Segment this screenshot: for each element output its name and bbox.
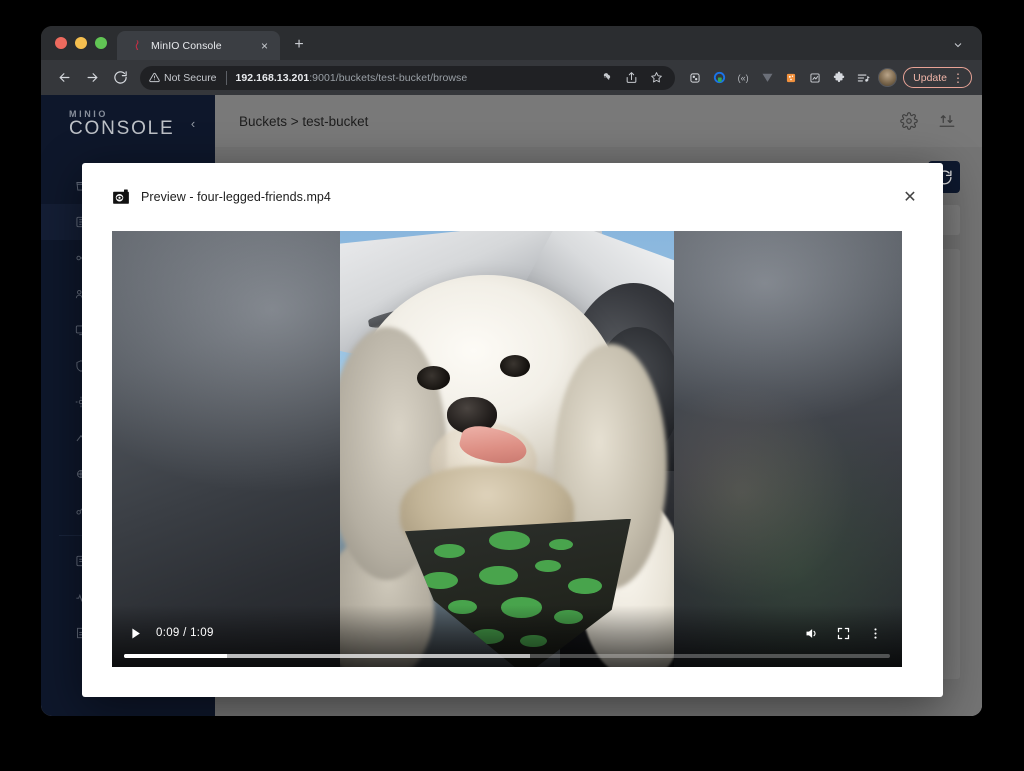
fullscreen-icon[interactable] [832, 622, 854, 644]
back-button[interactable] [51, 65, 77, 91]
new-tab-button[interactable]: + [286, 32, 312, 58]
video-progress-played [124, 654, 227, 658]
omnibox-divider [226, 71, 227, 85]
vimeo-v-icon[interactable] [756, 67, 778, 89]
maximize-window-button[interactable] [95, 37, 107, 49]
speaker-muted-icon[interactable]: («) [732, 67, 754, 89]
dog-eye-left [417, 366, 450, 390]
url-text: 192.168.13.201:9001/buckets/test-bucket/… [236, 72, 592, 84]
page-viewport: MINIO CONSOLE ‹ [41, 95, 982, 716]
window-traffic-lights [51, 26, 117, 60]
play-icon[interactable] [124, 622, 146, 644]
share-icon[interactable] [621, 68, 641, 88]
video-controls: 0:09 / 1:09 [112, 605, 902, 667]
update-button[interactable]: Update ⋮ [903, 67, 972, 88]
key-icon[interactable] [596, 68, 616, 88]
reload-button[interactable] [107, 65, 133, 91]
avatar[interactable] [878, 68, 897, 87]
video-player[interactable]: 0:09 / 1:09 [112, 231, 902, 667]
browser-menu-icon[interactable]: ⋮ [949, 71, 967, 85]
video-blur-left [112, 231, 340, 667]
browser-toolbar: Not Secure 192.168.13.201:9001/buckets/t… [41, 60, 982, 95]
more-options-icon[interactable] [864, 622, 886, 644]
grid-orange-icon[interactable] [780, 67, 802, 89]
volume-icon[interactable] [800, 622, 822, 644]
preview-eye-icon [112, 188, 130, 206]
time-display: 0:09 / 1:09 [156, 627, 790, 639]
url-host: 192.168.13.201 [236, 72, 310, 84]
minimize-window-button[interactable] [75, 37, 87, 49]
loom-icon[interactable] [708, 67, 730, 89]
reading-list-icon[interactable] [852, 67, 874, 89]
tab-strip: MinIO Console × + [41, 26, 982, 60]
cookie-icon[interactable] [684, 67, 706, 89]
chart-icon[interactable] [804, 67, 826, 89]
video-frame-dog-in-car [340, 231, 674, 667]
video-progress-bar[interactable] [124, 654, 890, 658]
close-window-button[interactable] [55, 37, 67, 49]
not-secure-label: Not Secure [164, 72, 217, 84]
puzzle-icon[interactable] [828, 67, 850, 89]
close-tab-button[interactable]: × [257, 38, 272, 53]
browser-tab-title: MinIO Console [151, 40, 249, 52]
modal-header: Preview - four-legged-friends.mp4 ✕ [82, 163, 943, 231]
preview-modal: Preview - four-legged-friends.mp4 ✕ [82, 163, 943, 697]
minio-flamingo-icon [129, 39, 143, 53]
bookmark-star-icon[interactable] [646, 68, 666, 88]
close-icon[interactable]: ✕ [899, 186, 921, 208]
video-blur-right [674, 231, 902, 667]
forward-button[interactable] [79, 65, 105, 91]
modal-title: Preview - four-legged-friends.mp4 [141, 190, 899, 204]
url-path: :9001/buckets/test-bucket/browse [309, 72, 467, 84]
video-controls-row: 0:09 / 1:09 [112, 618, 902, 648]
not-secure-indicator[interactable]: Not Secure [149, 72, 217, 84]
update-button-label: Update [913, 72, 947, 84]
browser-window: MinIO Console × + [41, 26, 982, 716]
warning-triangle-icon [149, 72, 160, 83]
browser-tab-minio-console[interactable]: MinIO Console × [117, 31, 280, 60]
address-bar[interactable]: Not Secure 192.168.13.201:9001/buckets/t… [140, 66, 675, 90]
tab-list-chevron-down-icon[interactable] [946, 32, 970, 58]
